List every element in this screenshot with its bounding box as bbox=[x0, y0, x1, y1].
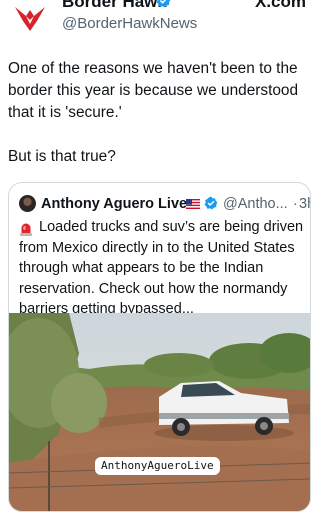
us-flag-icon bbox=[186, 199, 200, 209]
tweet-text: One of the reasons we haven't been to th… bbox=[8, 60, 299, 165]
quoted-author-handle[interactable]: @Antho... bbox=[223, 194, 288, 214]
tweet-header: Border Hawk @BorderHawkNews X.com bbox=[0, 0, 319, 38]
author-handle[interactable]: @BorderHawkNews bbox=[62, 14, 197, 34]
quoted-tweet-card[interactable]: Anthony Aguero Live @Antho... · 3h Loade… bbox=[8, 182, 311, 512]
verified-icon bbox=[156, 0, 171, 8]
border-hawk-logo-icon[interactable] bbox=[14, 4, 46, 32]
video-watermark-label: AnthonyAgueroLive bbox=[95, 457, 220, 475]
avatar[interactable] bbox=[19, 195, 36, 212]
quoted-author-name[interactable]: Anthony Aguero Live bbox=[41, 194, 187, 214]
quoted-tweet-header: Anthony Aguero Live @Antho... · 3h bbox=[19, 193, 310, 214]
verified-icon bbox=[204, 196, 218, 210]
quoted-tweet-text: Loaded trucks and suv’s are being driven… bbox=[19, 219, 304, 317]
separator-dot: · bbox=[293, 196, 298, 212]
author-name[interactable]: Border Hawk bbox=[62, 0, 167, 12]
timestamp[interactable]: 3h bbox=[299, 194, 310, 214]
video-thumbnail[interactable]: AnthonyAgueroLive bbox=[9, 313, 310, 511]
x-watermark: X.com bbox=[255, 0, 307, 11]
video-scene-image bbox=[9, 313, 310, 511]
